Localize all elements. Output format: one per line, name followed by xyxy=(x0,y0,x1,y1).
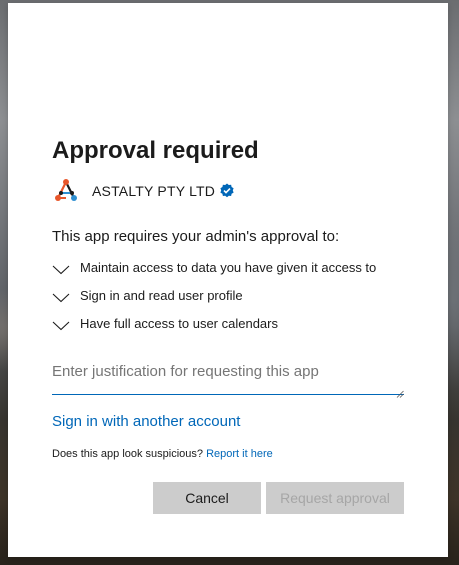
verified-badge-icon[interactable] xyxy=(219,183,235,199)
dialog-buttons: Cancel Request approval xyxy=(153,482,404,514)
switch-account-link[interactable]: Sign in with another account xyxy=(52,413,404,430)
chevron-down-icon[interactable] xyxy=(52,318,70,331)
permission-label: Sign in and read user profile xyxy=(80,287,243,303)
permission-label: Have full access to user calendars xyxy=(80,315,278,331)
chevron-down-icon[interactable] xyxy=(52,290,70,303)
permission-item[interactable]: Have full access to user calendars xyxy=(52,309,404,337)
approval-dialog: Approval required ASTALTY PTY LTD This a… xyxy=(8,3,448,557)
suspicious-row: Does this app look suspicious? Report it… xyxy=(52,448,404,460)
approval-intro: This app requires your admin's approval … xyxy=(52,228,340,245)
report-link[interactable]: Report it here xyxy=(206,448,273,460)
permission-item[interactable]: Maintain access to data you have given i… xyxy=(52,253,404,281)
publisher-name: ASTALTY PTY LTD xyxy=(92,183,216,199)
justification-wrapper xyxy=(52,357,404,398)
astalty-logo-icon xyxy=(52,177,80,205)
permission-label: Maintain access to data you have given i… xyxy=(80,259,377,275)
dialog-title: Approval required xyxy=(52,137,259,164)
permission-list: Maintain access to data you have given i… xyxy=(52,253,404,337)
chevron-down-icon[interactable] xyxy=(52,262,70,275)
permission-item[interactable]: Sign in and read user profile xyxy=(52,281,404,309)
justification-input[interactable] xyxy=(52,357,404,395)
suspicious-question: Does this app look suspicious? xyxy=(52,448,207,460)
request-approval-button[interactable]: Request approval xyxy=(266,482,404,514)
cancel-button[interactable]: Cancel xyxy=(153,482,261,514)
publisher-row: ASTALTY PTY LTD xyxy=(52,177,404,205)
resize-grip-icon[interactable] xyxy=(396,385,404,398)
